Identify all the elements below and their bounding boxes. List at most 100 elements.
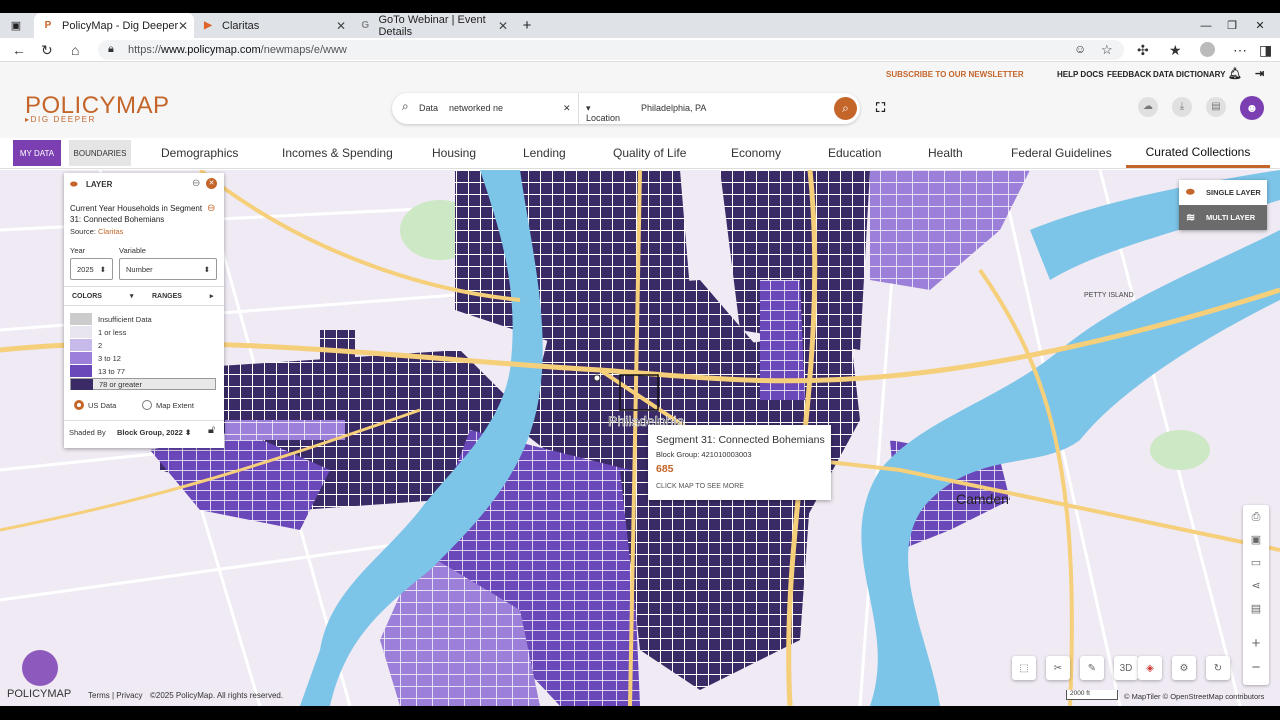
- window-close-icon[interactable]: ✕: [1250, 13, 1270, 38]
- profile-avatar[interactable]: [1200, 42, 1215, 57]
- feedback-link[interactable]: FEEDBACK: [1107, 70, 1151, 79]
- menu-education[interactable]: Education: [828, 138, 881, 168]
- menu-curated-collections[interactable]: Curated Collections: [1126, 138, 1270, 168]
- data-search-input[interactable]: networked ne: [449, 103, 503, 113]
- us-data-radio[interactable]: [74, 400, 84, 410]
- menu-health[interactable]: Health: [928, 138, 963, 168]
- multi-layer-button[interactable]: ≋ MULTI LAYER: [1179, 205, 1267, 230]
- legend-row: 13 to 77: [70, 365, 216, 377]
- reader-icon[interactable]: ☺: [1074, 42, 1086, 56]
- report-icon[interactable]: ▤: [1206, 97, 1226, 117]
- collections-icon[interactable]: ★: [1169, 42, 1182, 59]
- save-icon[interactable]: ▣: [1245, 528, 1267, 550]
- variable-select[interactable]: Number ⬍: [119, 258, 217, 280]
- notifications-bell-icon[interactable]: 🔔︎: [1228, 67, 1242, 80]
- menu-incomes-spending[interactable]: Incomes & Spending: [282, 138, 393, 168]
- zoom-in-icon[interactable]: +: [1245, 632, 1267, 654]
- year-select[interactable]: 2025 ⬍: [70, 258, 113, 280]
- extensions-icon[interactable]: ✣: [1137, 42, 1149, 59]
- close-icon[interactable]: ✕: [336, 19, 346, 33]
- print-icon[interactable]: ⎙: [1245, 506, 1267, 528]
- shaded-by-select[interactable]: Block Group, 2022 ⬍: [117, 428, 191, 437]
- home-icon[interactable]: ⌂: [71, 42, 79, 58]
- terms-privacy-link[interactable]: Terms | Privacy: [88, 691, 143, 700]
- shaded-by-label: Shaded By: [69, 428, 106, 437]
- new-tab-icon[interactable]: +: [516, 13, 538, 38]
- menu-lending[interactable]: Lending: [523, 138, 566, 168]
- close-icon[interactable]: ✕: [498, 19, 508, 33]
- ranges-dropdown[interactable]: RANGES ▸: [152, 292, 213, 300]
- assistant-robot-icon[interactable]: [22, 650, 58, 686]
- maximize-icon[interactable]: ❐: [1222, 13, 1242, 38]
- settings-gear-icon[interactable]: ⚙: [1172, 656, 1196, 680]
- close-panel-icon[interactable]: ✕: [206, 178, 217, 189]
- map-extent-radio[interactable]: [142, 400, 152, 410]
- my-data-button[interactable]: MY DATA: [13, 140, 61, 166]
- favorite-star-icon[interactable]: ☆: [1101, 42, 1113, 58]
- tab-actions-icon[interactable]: ▣: [4, 13, 28, 38]
- help-docs-link[interactable]: HELP DOCS: [1057, 70, 1104, 79]
- tooltip-cta[interactable]: CLICK MAP TO SEE MORE: [656, 483, 744, 490]
- exit-icon[interactable]: ⇥: [1255, 67, 1264, 80]
- draw-icon[interactable]: ✎: [1080, 656, 1104, 680]
- tab-policymap[interactable]: P PolicyMap - Dig Deeper ✕: [34, 13, 194, 38]
- upload-icon[interactable]: ☁: [1138, 97, 1158, 117]
- menu-demographics[interactable]: Demographics: [161, 138, 238, 168]
- tab-claritas[interactable]: ▶ Claritas ✕: [194, 13, 352, 38]
- minimize-icon[interactable]: —: [1196, 13, 1216, 38]
- tab-gotowebinar[interactable]: G GoTo Webinar | Event Details ✕: [352, 13, 514, 38]
- scissors-icon[interactable]: ✂: [1046, 656, 1070, 680]
- tooltip-subtitle: Block Group: 421010003003: [656, 450, 752, 459]
- boundaries-button[interactable]: BOUNDARIES: [69, 140, 131, 166]
- back-icon[interactable]: ←: [12, 42, 26, 58]
- menu-federal-guidelines[interactable]: Federal Guidelines: [1011, 138, 1112, 168]
- search-submit-icon[interactable]: ⌕: [834, 97, 857, 120]
- clear-search-icon[interactable]: ✕: [563, 103, 571, 114]
- newsletter-link[interactable]: SUBSCRIBE TO OUR NEWSLETTER: [886, 70, 1024, 79]
- logo-tagline: ▸DIG DEEPER: [25, 115, 96, 124]
- unlock-icon[interactable]: 🔓︎: [208, 424, 215, 437]
- url-host: www.policymap.com: [161, 44, 261, 56]
- us-data-label: US Data: [88, 401, 117, 410]
- remove-layer-icon[interactable]: ⊖: [207, 203, 215, 214]
- menu-economy[interactable]: Economy: [731, 138, 781, 168]
- embed-icon[interactable]: ▤: [1245, 597, 1267, 619]
- more-menu-icon[interactable]: ⋯: [1233, 42, 1247, 59]
- collapse-icon[interactable]: ⊖: [192, 178, 200, 189]
- user-avatar-icon[interactable]: ☻: [1240, 96, 1264, 120]
- zoom-out-icon[interactable]: −: [1245, 656, 1267, 678]
- share-icon[interactable]: ⋖: [1245, 574, 1267, 596]
- sidebar-icon[interactable]: ◨: [1259, 42, 1272, 59]
- folder-icon[interactable]: ▭: [1245, 551, 1267, 573]
- multi-layer-icon: ≋: [1186, 212, 1196, 224]
- colors-dropdown[interactable]: COLORS ▾: [72, 292, 133, 300]
- bottom-black-bar: [0, 706, 1280, 720]
- browser-tab-strip: ▣ P PolicyMap - Dig Deeper ✕ ▶ Claritas …: [0, 13, 1280, 38]
- block-group: [320, 330, 355, 365]
- url-field[interactable]: https://www.policymap.com/newmaps/e/www: [98, 40, 1124, 60]
- layer-mode-toggle: ⬬ SINGLE LAYER ≋ MULTI LAYER: [1179, 180, 1267, 230]
- reset-icon[interactable]: ↻: [1206, 656, 1230, 680]
- legend-row: 1 or less: [70, 326, 216, 338]
- menu-quality-of-life[interactable]: Quality of Life: [613, 138, 686, 168]
- menu-housing[interactable]: Housing: [432, 138, 476, 168]
- map-tooltip: Segment 31: Connected Bohemians Block Gr…: [648, 425, 831, 500]
- layer-title: Current Year Households in Segment 31: C…: [70, 204, 203, 224]
- compass-icon[interactable]: ◈: [1138, 656, 1162, 680]
- legend-row: 3 to 12: [70, 352, 216, 364]
- expand-icon[interactable]: ⛶: [876, 100, 885, 116]
- download-icon[interactable]: ⤓: [1172, 97, 1192, 117]
- footer-logo: POLICYMAP: [7, 688, 72, 700]
- single-layer-button[interactable]: ⬬ SINGLE LAYER: [1179, 180, 1267, 205]
- select-tool-icon[interactable]: ⬚: [1012, 656, 1036, 680]
- legend-row: Insufficient Data: [70, 313, 216, 325]
- location-dropdown[interactable]: Location ▾: [586, 103, 620, 123]
- three-d-button[interactable]: 3D: [1114, 656, 1138, 680]
- close-icon[interactable]: ✕: [178, 19, 188, 33]
- refresh-icon[interactable]: ↻: [41, 42, 53, 59]
- single-layer-icon: ⬬: [1186, 187, 1195, 198]
- city-hall-marker: [593, 374, 601, 382]
- data-dictionary-link[interactable]: DATA DICTIONARY: [1153, 70, 1225, 79]
- location-input[interactable]: Philadelphia, PA: [641, 103, 706, 113]
- address-bar-row: ← ↻ ⌂ https://www.policymap.com/newmaps/…: [0, 38, 1280, 62]
